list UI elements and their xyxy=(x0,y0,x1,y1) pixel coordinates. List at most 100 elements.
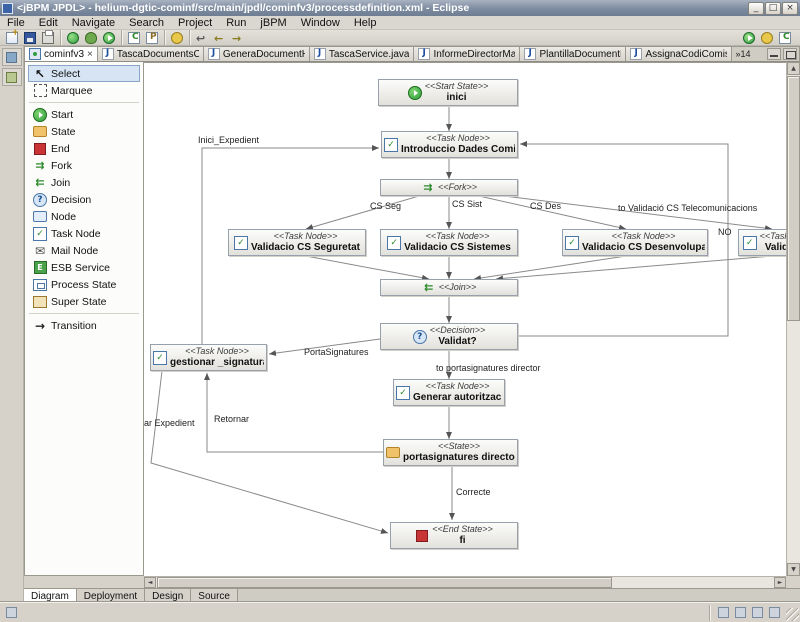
transition-label[interactable]: CS Seg xyxy=(370,201,401,211)
resize-grip[interactable] xyxy=(786,608,799,621)
fast-view-button[interactable] xyxy=(3,605,20,621)
menu-window[interactable]: Window xyxy=(294,16,347,30)
search-button[interactable] xyxy=(168,30,186,45)
transition-edge-seguretat-to-join[interactable] xyxy=(306,256,429,279)
node-validacio-cs-sistemes[interactable]: <<Task Node>>Validacio CS Sistemes xyxy=(380,229,518,256)
node-gestionar-signatura[interactable]: <<Task Node>>gestionar _signatura xyxy=(150,344,267,371)
forward-button[interactable] xyxy=(229,30,247,45)
transition-label[interactable]: Inici_Expedient xyxy=(198,135,259,145)
palette-item-task-node[interactable]: Task Node xyxy=(28,225,140,242)
editor-tab[interactable]: cominfv3 xyxy=(25,47,98,61)
node-inici[interactable]: <<Start State>>inici xyxy=(378,79,518,106)
menu-edit[interactable]: Edit xyxy=(32,16,65,30)
jpdl-perspective-button[interactable] xyxy=(2,68,22,86)
scroll-left-icon[interactable]: ◄ xyxy=(144,577,156,588)
menu-navigate[interactable]: Navigate xyxy=(65,16,122,30)
menu-help[interactable]: Help xyxy=(347,16,384,30)
last-edit-button[interactable] xyxy=(193,30,211,45)
horizontal-scroll-thumb[interactable] xyxy=(157,577,612,588)
palette-item-end[interactable]: End xyxy=(28,140,140,157)
transition-label[interactable]: to portasignatures director xyxy=(436,363,541,373)
heap-monitor-button[interactable] xyxy=(766,605,783,621)
external-tools-button[interactable] xyxy=(64,30,82,45)
transition-edge-telecomunicacions-to-join[interactable] xyxy=(496,256,772,279)
print-button[interactable] xyxy=(39,30,57,45)
palette-item-super-state[interactable]: Super State xyxy=(28,293,140,310)
run-button[interactable] xyxy=(740,30,758,45)
back-button[interactable] xyxy=(211,30,229,45)
run-button[interactable] xyxy=(100,30,118,45)
scroll-right-icon[interactable]: ► xyxy=(774,577,786,588)
palette-item-cursor[interactable]: Select xyxy=(28,65,140,82)
menu-project[interactable]: Project xyxy=(171,16,219,30)
horizontal-scrollbar[interactable]: ◄ ► xyxy=(144,576,786,588)
node-validat[interactable]: <<Decision>>Validat? xyxy=(380,323,518,350)
synchronize-button[interactable] xyxy=(732,605,749,621)
transition-edge-desenvolupament-to-join[interactable] xyxy=(474,256,626,279)
page-tab-deployment[interactable]: Deployment xyxy=(77,589,145,603)
menu-run[interactable]: Run xyxy=(219,16,253,30)
transition-label[interactable]: CS Des xyxy=(530,201,561,211)
node-validacio-cs-seguretat[interactable]: <<Task Node>>Validacio CS Seguretat xyxy=(228,229,366,256)
node-fork[interactable]: <<Fork>> xyxy=(380,179,518,196)
palette-item-marquee[interactable]: Marquee xyxy=(28,82,140,99)
editor-tab[interactable]: InformeDirectorMailH xyxy=(414,47,520,61)
palette-item-start[interactable]: Start xyxy=(28,106,140,123)
search-button[interactable] xyxy=(758,30,776,45)
transition-label[interactable]: Retornar xyxy=(214,414,249,424)
palette-item-process-state[interactable]: Process State xyxy=(28,276,140,293)
node-portasignatures-director[interactable]: <<State>>portasignatures director xyxy=(383,439,518,466)
window-close-button[interactable] xyxy=(782,2,798,15)
transition-label[interactable]: ar Expedient xyxy=(144,418,195,428)
palette-item-decision[interactable]: Decision xyxy=(28,191,140,208)
maximize-editor-icon[interactable] xyxy=(783,48,797,60)
console-button[interactable] xyxy=(715,605,732,621)
scroll-up-icon[interactable]: ▲ xyxy=(787,62,800,75)
save-button[interactable] xyxy=(21,30,39,45)
editor-tab-overflow[interactable]: »14 xyxy=(732,49,753,59)
close-tab-icon[interactable] xyxy=(87,49,93,60)
page-tab-design[interactable]: Design xyxy=(145,589,191,603)
open-perspective-button[interactable] xyxy=(2,48,22,66)
palette-item-join[interactable]: Join xyxy=(28,174,140,191)
node-introduccio-dades-comissio[interactable]: <<Task Node>>Introduccio Dades Comissio xyxy=(381,131,518,158)
page-tab-source[interactable]: Source xyxy=(191,589,238,603)
scroll-down-icon[interactable]: ▼ xyxy=(787,563,800,576)
diagram-canvas[interactable]: <<Start State>>inici <<Task Node>>Introdu… xyxy=(144,62,786,576)
menu-jbpm[interactable]: jBPM xyxy=(253,16,293,30)
debug-button[interactable] xyxy=(82,30,100,45)
palette-item-fork[interactable]: Fork xyxy=(28,157,140,174)
palette-item-node[interactable]: Node xyxy=(28,208,140,225)
palette-item-state[interactable]: State xyxy=(28,123,140,140)
vertical-scroll-thumb[interactable] xyxy=(787,76,800,321)
menu-search[interactable]: Search xyxy=(122,16,171,30)
transition-label[interactable]: CS Sist xyxy=(452,199,482,209)
palette-item-esb-service[interactable]: ESB Service xyxy=(28,259,140,276)
node-join[interactable]: <<Join>> xyxy=(380,279,518,296)
palette-item-transition[interactable]: Transition xyxy=(28,317,140,334)
new-java-class-button[interactable] xyxy=(776,30,794,45)
node-validacio-cs-telecomunicacions[interactable]: <<Task Node>>Validació C xyxy=(738,229,786,256)
transition-label[interactable]: to Validació CS Telecomunicacions xyxy=(618,203,757,213)
node-validacio-cs-desenvolupament[interactable]: <<Task Node>>Validacio CS Desenvolupamen… xyxy=(562,229,708,256)
node-fi[interactable]: <<End State>>fi xyxy=(390,522,518,549)
editor-tab[interactable]: TascaService.java xyxy=(310,47,415,61)
progress-button[interactable] xyxy=(749,605,766,621)
minimize-editor-icon[interactable] xyxy=(767,48,781,60)
node-generar-autoritzacio[interactable]: <<Task Node>>Generar autorització xyxy=(393,379,505,406)
editor-tab[interactable]: GeneraDocumentHandle xyxy=(204,47,310,61)
new-wizard-button[interactable] xyxy=(3,30,21,45)
editor-tab[interactable]: PlantillaDocumentDao xyxy=(520,47,626,61)
transition-label[interactable]: NO xyxy=(718,227,732,237)
page-tab-diagram[interactable]: Diagram xyxy=(24,589,77,603)
new-java-class-button[interactable] xyxy=(125,30,143,45)
window-minimize-button[interactable] xyxy=(748,2,764,15)
editor-tab[interactable]: TascaDocumentsContro xyxy=(98,47,204,61)
new-java-package-button[interactable] xyxy=(143,30,161,45)
palette-item-mail-node[interactable]: Mail Node xyxy=(28,242,140,259)
transition-edge-fork-to-seguretat[interactable] xyxy=(306,196,419,229)
editor-tab[interactable]: AssignaCodiComissioH xyxy=(626,47,732,61)
transition-label[interactable]: Correcte xyxy=(456,487,491,497)
transition-label[interactable]: PortaSignatures xyxy=(304,347,369,357)
transition-edge-portasignatures-to-gestionar[interactable] xyxy=(207,373,383,452)
